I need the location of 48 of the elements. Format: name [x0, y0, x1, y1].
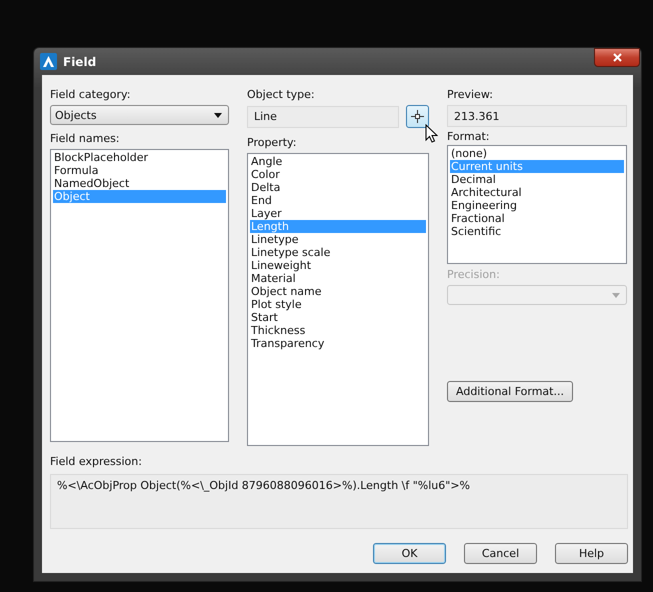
list-item[interactable]: Start — [250, 311, 426, 324]
list-item[interactable]: End — [250, 194, 426, 207]
app-logo-icon — [40, 53, 57, 70]
preview-field: 213.361 — [447, 105, 627, 127]
window-title: Field — [63, 54, 96, 68]
dropdown-arrow-icon — [214, 112, 222, 118]
list-item[interactable]: Layer — [250, 207, 426, 220]
list-item[interactable]: BlockPlaceholder — [53, 151, 226, 164]
mouse-cursor-icon — [425, 124, 438, 143]
list-item[interactable]: NamedObject — [53, 177, 226, 190]
list-item[interactable]: Linetype — [250, 233, 426, 246]
list-item[interactable]: Engineering — [450, 199, 624, 212]
field-label: Preview: — [447, 88, 494, 101]
field-label: Field expression: — [50, 455, 143, 468]
list-item[interactable]: Scientific — [450, 225, 624, 238]
list-item[interactable]: Transparency — [250, 337, 426, 350]
dialog-button[interactable]: OK — [373, 543, 446, 564]
object-type-field: Line — [247, 106, 399, 128]
dropdown-arrow-icon — [612, 292, 620, 298]
list-item[interactable]: Object name — [250, 285, 426, 298]
field-label: Precision: — [447, 268, 501, 281]
dialog-button[interactable]: Cancel — [464, 543, 537, 564]
field-label: Field names: — [50, 132, 121, 145]
select-object-button[interactable] — [406, 105, 429, 128]
list-item[interactable]: Angle — [250, 155, 426, 168]
list-item[interactable]: Plot style — [250, 298, 426, 311]
additional-format-button[interactable]: Additional Format... — [447, 381, 573, 402]
close-button[interactable] — [594, 48, 640, 67]
list-item[interactable]: Lineweight — [250, 259, 426, 272]
list-item[interactable]: Fractional — [450, 212, 624, 225]
field-label: Format: — [447, 130, 490, 143]
list-item[interactable]: (none) — [450, 147, 624, 160]
crosshair-icon — [411, 110, 424, 123]
list-item[interactable]: Delta — [250, 181, 426, 194]
list-item[interactable]: Material — [250, 272, 426, 285]
list-item[interactable]: Architectural — [450, 186, 624, 199]
dialog-button[interactable]: Help — [555, 543, 628, 564]
category-dropdown[interactable]: Objects — [50, 105, 229, 125]
field-label: Field category: — [50, 88, 132, 101]
close-icon — [612, 53, 622, 62]
field-label: Object type: — [247, 88, 316, 101]
field-expression-field: %<\AcObjProp Object(%<\_ObjId 8796088096016>%).Length \f "%lu6">% — [50, 474, 628, 529]
field-label: Property: — [247, 136, 298, 149]
list-item[interactable]: Color — [250, 168, 426, 181]
list-item[interactable]: Decimal — [450, 173, 624, 186]
list-item[interactable]: Thickness — [250, 324, 426, 337]
list-item[interactable]: Formula — [53, 164, 226, 177]
list-item[interactable]: Linetype scale — [250, 246, 426, 259]
